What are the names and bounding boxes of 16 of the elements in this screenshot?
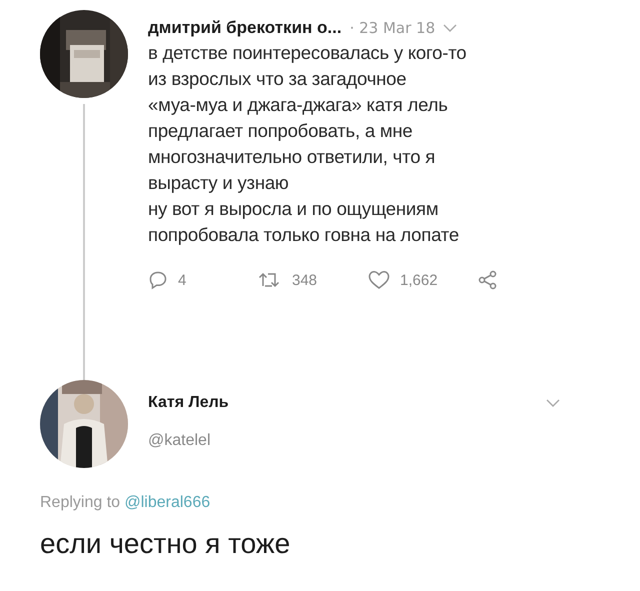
author-handle[interactable]: @katelel — [148, 432, 560, 450]
replying-to-text: Replying to @liberal666 — [40, 494, 212, 512]
author-name[interactable]: дмитрий брекоткин о... — [148, 18, 342, 38]
retweet-icon[interactable] — [258, 271, 282, 289]
tweet-text: в детстве поинтересовалась у кого-то из взрослых что за загадочное «муа-муа и джага-джага» катя лель предлагает попробовать, а мне многозначительно ответили, что я вырасту и узнаю ну вот я выросла и по ощущениям попробовала только говна на лопате — [148, 41, 468, 247]
share-icon[interactable] — [478, 270, 498, 290]
heart-icon[interactable] — [368, 270, 390, 290]
reply-count: 4 — [178, 272, 186, 288]
reply-text: если честно я тоже — [40, 528, 292, 560]
tweet-date: · 23 Mar 18 — [350, 19, 436, 37]
author-name[interactable]: Катя Лель — [148, 394, 229, 412]
comment-icon[interactable] — [148, 270, 168, 290]
chevron-down-icon[interactable] — [546, 398, 560, 408]
retweet-count: 348 — [292, 272, 318, 288]
chevron-down-icon[interactable] — [443, 24, 458, 32]
like-count: 1,662 — [400, 272, 438, 288]
